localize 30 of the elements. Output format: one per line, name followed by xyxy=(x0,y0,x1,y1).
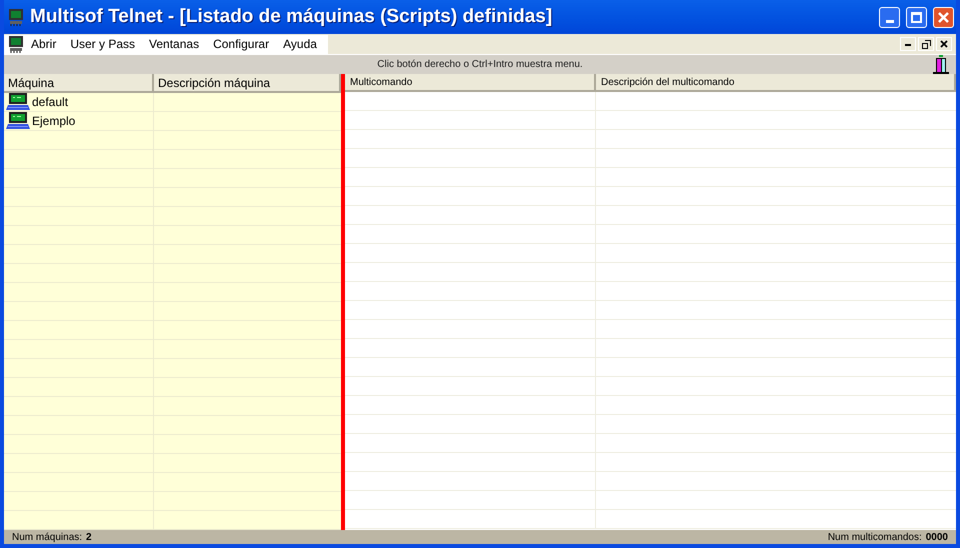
restore-icon xyxy=(922,40,930,48)
computer-icon xyxy=(8,8,24,26)
menu-item[interactable]: Ayuda xyxy=(276,35,324,53)
computer-icon xyxy=(6,112,30,130)
close-button[interactable] xyxy=(936,37,952,51)
menu-item[interactable]: Configurar xyxy=(206,35,276,53)
status-value: 2 xyxy=(86,530,92,544)
column-header[interactable]: Multicomando xyxy=(345,74,596,92)
column-header[interactable]: Descripción del multicomando xyxy=(596,74,956,92)
column-header[interactable]: Descripción máquina xyxy=(154,74,341,93)
computer-icon xyxy=(6,93,30,111)
machine-name[interactable]: default xyxy=(32,93,68,111)
status-value: 0000 xyxy=(926,530,948,544)
computer-icon xyxy=(8,35,24,53)
status-label: Num multicomandos: xyxy=(828,530,922,544)
menu-item[interactable]: Ventanas xyxy=(142,35,206,53)
close-icon xyxy=(940,40,948,48)
maximize-button[interactable] xyxy=(906,6,927,28)
column-header[interactable]: Máquina xyxy=(4,74,154,93)
door-icon[interactable] xyxy=(932,55,950,74)
minimize-button[interactable] xyxy=(900,37,916,51)
restore-button[interactable] xyxy=(918,37,934,51)
menu-item[interactable]: User y Pass xyxy=(63,35,142,53)
minimize-icon xyxy=(905,44,911,46)
window-title: Multisof Telnet - [Listado de máquinas (Scripts) definidas] xyxy=(30,4,552,29)
menu-item[interactable]: Abrir xyxy=(24,35,64,53)
machine-name[interactable]: Ejemplo xyxy=(32,112,76,130)
hint-text: Clic botón derecho o Ctrl+Intro muestra menu. xyxy=(377,58,583,72)
status-label: Num máquinas: xyxy=(12,530,82,544)
close-icon xyxy=(937,10,950,24)
